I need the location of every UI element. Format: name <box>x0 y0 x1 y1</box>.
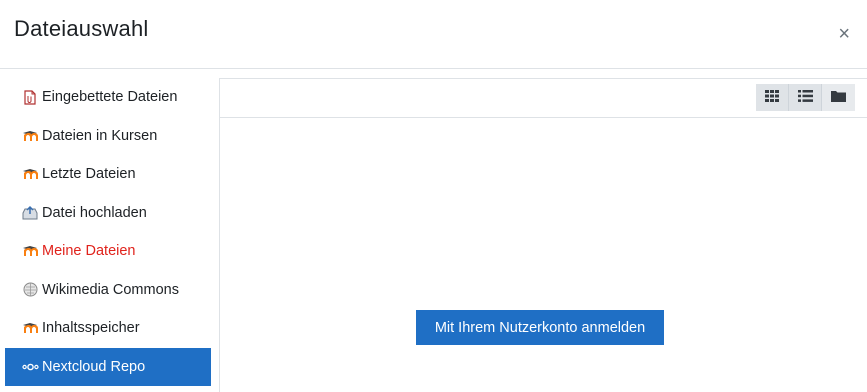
sidebar-item-label: Nextcloud Repo <box>42 358 146 375</box>
nextcloud-icon <box>21 359 39 375</box>
close-icon[interactable]: × <box>838 24 850 44</box>
folder-view-button[interactable] <box>822 84 855 111</box>
sidebar-item-label: Letzte Dateien <box>42 166 136 183</box>
sidebar-item-nextcloud-repo[interactable]: Nextcloud Repo <box>5 347 211 386</box>
sidebar-item-label: Dateien in Kursen <box>42 127 158 144</box>
sidebar-item-label: Meine Dateien <box>42 243 136 260</box>
repository-sidebar: Eingebettete Dateien Dateien in Kursen L… <box>5 78 211 386</box>
grid-view-icon <box>765 89 779 107</box>
list-view-icon <box>797 89 813 107</box>
file-picker-content: Mit Ihrem Nutzerkonto anmelden <box>219 78 867 392</box>
sidebar-item-eingebettete-dateien[interactable]: Eingebettete Dateien <box>5 78 211 117</box>
dialog-title: Dateiauswahl <box>14 16 149 41</box>
sidebar-item-label: Datei hochladen <box>42 204 147 221</box>
view-switcher <box>756 84 855 111</box>
grid-view-button[interactable] <box>756 84 789 111</box>
moodle-icon <box>21 128 39 144</box>
sidebar-item-inhaltsspeicher[interactable]: Inhaltsspeicher <box>5 309 211 348</box>
embedded-files-icon <box>21 89 39 105</box>
sidebar-item-label: Eingebettete Dateien <box>42 89 178 106</box>
sidebar-item-wikimedia-commons[interactable]: Wikimedia Commons <box>5 271 211 310</box>
upload-icon <box>21 205 39 221</box>
sidebar-item-dateien-in-kursen[interactable]: Dateien in Kursen <box>5 117 211 156</box>
sidebar-item-label: Inhaltsspeicher <box>42 320 140 337</box>
dialog-header: Dateiauswahl × <box>0 0 867 69</box>
moodle-icon <box>21 243 39 259</box>
sidebar-item-meine-dateien[interactable]: Meine Dateien <box>5 232 211 271</box>
list-view-button[interactable] <box>789 84 822 111</box>
wikimedia-icon <box>21 282 39 298</box>
sidebar-item-letzte-dateien[interactable]: Letzte Dateien <box>5 155 211 194</box>
sidebar-item-datei-hochladen[interactable]: Datei hochladen <box>5 194 211 233</box>
view-toolbar <box>220 79 867 118</box>
folder-view-icon <box>831 89 846 107</box>
moodle-icon <box>21 320 39 336</box>
login-button[interactable]: Mit Ihrem Nutzerkonto anmelden <box>416 310 664 345</box>
moodle-icon <box>21 166 39 182</box>
sidebar-item-label: Wikimedia Commons <box>42 281 179 298</box>
